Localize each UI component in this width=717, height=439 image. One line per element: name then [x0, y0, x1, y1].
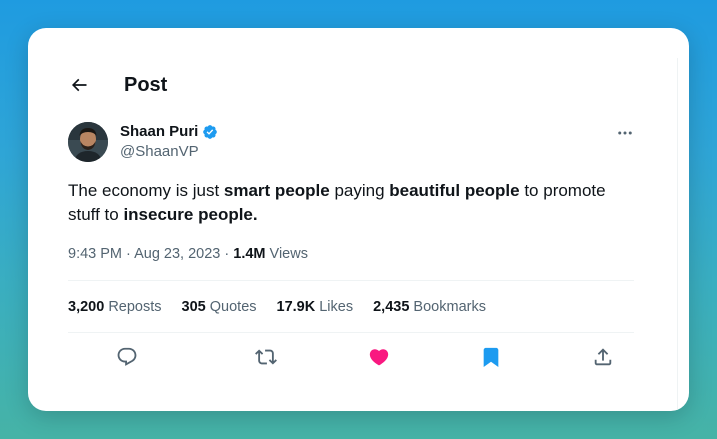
divider	[68, 332, 634, 333]
engagement-stats: 3,200 Reposts 305 Quotes 17.9K Likes 2,4…	[68, 297, 506, 317]
tweet-segment: paying	[329, 181, 390, 200]
name-row: Shaan Puri	[120, 122, 218, 142]
page-title: Post	[124, 73, 168, 96]
reposts-stat[interactable]: 3,200 Reposts	[68, 297, 162, 317]
heart-icon[interactable]	[366, 344, 392, 370]
likes-label: Likes	[315, 299, 354, 315]
post-meta: 9:43 PM · Aug 23, 2023 · 1.4M Views	[68, 244, 308, 264]
display-name[interactable]: Shaan Puri	[120, 122, 198, 142]
repost-icon[interactable]	[253, 344, 279, 370]
quotes-count: 305	[181, 299, 206, 315]
bookmarks-count: 2,435	[373, 299, 410, 315]
reply-icon[interactable]	[114, 344, 140, 370]
back-arrow-icon[interactable]	[68, 74, 90, 96]
post-card: Post Shaan Puri @ShaanVP The economy is …	[28, 28, 689, 411]
divider	[68, 280, 634, 281]
tweet-segment: The economy is just	[68, 181, 224, 200]
meta-separator: ·	[122, 246, 135, 262]
quotes-stat[interactable]: 305 Quotes	[182, 297, 257, 317]
reposts-count: 3,200	[68, 299, 105, 315]
share-icon[interactable]	[590, 344, 616, 370]
tweet-segment-bold: smart people	[223, 181, 330, 200]
more-options-icon[interactable]	[614, 122, 636, 144]
views-count: 1.4M	[233, 246, 266, 262]
likes-count: 17.9K	[276, 299, 316, 315]
views-label: Views	[265, 246, 308, 262]
bookmark-icon[interactable]	[478, 344, 504, 370]
column-border	[677, 58, 678, 410]
post-date[interactable]: Aug 23, 2023	[134, 246, 220, 262]
author-block: Shaan Puri @ShaanVP	[68, 122, 218, 162]
tweet-segment-bold: insecure people.	[123, 205, 258, 224]
likes-stat[interactable]: 17.9K Likes	[277, 297, 354, 317]
tweet-text: The economy is just smart people paying …	[68, 179, 638, 227]
bookmarks-label: Bookmarks	[409, 299, 486, 315]
action-bar	[68, 344, 634, 370]
reposts-label: Reposts	[104, 299, 162, 315]
author-text: Shaan Puri @ShaanVP	[120, 122, 218, 162]
quotes-label: Quotes	[205, 299, 257, 315]
meta-separator: ·	[220, 246, 234, 262]
verified-badge-icon[interactable]	[202, 124, 218, 140]
avatar[interactable]	[68, 122, 108, 162]
post-time[interactable]: 9:43 PM	[68, 246, 122, 262]
tweet-segment-bold: beautiful people	[389, 181, 520, 200]
handle[interactable]: @ShaanVP	[120, 142, 218, 162]
bookmarks-stat[interactable]: 2,435 Bookmarks	[373, 297, 486, 317]
post-header: Post	[68, 68, 167, 102]
